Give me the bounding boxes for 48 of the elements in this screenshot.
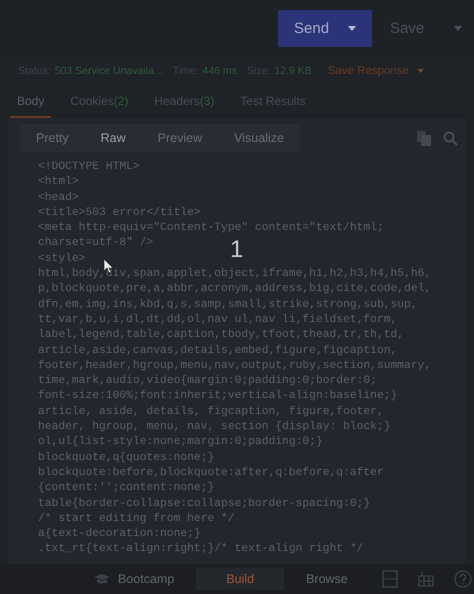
code-line: p,blockquote,pre,a,abbr,acronym,address,big,cite,code,del, [38,282,432,298]
view-mode-tab[interactable]: Visualize [218,128,300,148]
code-line: article,aside,canvas,details,embed,figure,figcaption, [38,344,398,359]
view-mode-tab[interactable]: Preview [142,128,218,148]
view-mode-tab[interactable]: Pretty [20,128,85,148]
caret-icon [454,26,462,30]
nav-button[interactable]: Browse [292,568,362,590]
nav-button[interactable]: Build [196,568,284,590]
search-icon[interactable] [443,130,458,146]
code-line: time,mark,audio,video{margin:0;padding:0;border:0; [38,374,377,390]
code-line: html,body,div,span,applet,object,iframe,h1,h2,h3,h4,h5,h6, [38,267,432,282]
code-line: {content:'';content:none;} [38,481,214,496]
status-value: 503 Service Unavaila... [54,65,163,77]
code-line: charset=utf-8" /> [38,236,154,252]
code-line: blockquote,q{quotes:none;} [38,450,214,466]
code-line: article, aside, details, figcaption, figure,footer, [38,404,384,420]
code-line: /* start editing from here */ [38,512,235,527]
code-line: dfn,em,img,ins,kbd,q,s,samp,small,strike,strong,sub,sup, [38,298,418,313]
send-button[interactable]: Send [278,10,372,46]
code-line: font-size:100%;font:inherit;vertical-align:baseline;} [38,389,398,404]
layout-icon[interactable] [382,570,398,588]
code-line: label,legend,table,caption,tbody,tfoot,thead,tr,th,td, [38,328,404,344]
code-line: blockquote:before,blockquote:after,q:before,q:after [38,466,384,481]
code-line: <style> [38,252,86,267]
code-line: <meta http-equiv="Content-Type" content="text/html; [38,221,384,236]
grid-icon[interactable] [418,571,434,587]
graduation-cap-icon [94,574,110,584]
view-mode-tab[interactable]: Raw [84,128,142,148]
code-line: <html> [38,175,79,190]
copy-icon[interactable] [417,130,431,146]
caret-icon [348,26,356,30]
code-line: <title>503 error</title> [38,206,201,221]
code-line: <!DOCTYPE HTML> [38,160,140,175]
code-line: <head> [38,190,79,206]
size-value: 12.9 KB [274,65,312,77]
code-line: .txt_rt{text-align:right;}/* text-align right */ [38,542,364,558]
code-line: a{text-decoration:none;} [38,527,201,542]
code-line: table{border-collapse:collapse;border-spacing:0;} [38,496,370,512]
code-line: header, hgroup, menu, nav, section {display: block;} [38,420,391,436]
help-icon[interactable] [454,570,472,588]
code-line: tt,var,b,u,i,dl,dt,dd,ol,nav ul,nav li,fieldset,form, [38,312,398,328]
code-line: ol,ul{list-style:none;margin:0;padding:0;} [38,435,323,450]
step-number: 1 [230,238,244,262]
save-response-button[interactable]: Save Response [328,65,424,77]
nav-button[interactable]: Bootcamp [80,568,188,590]
code-line: footer,header,hgroup,menu,nav,output,ruby,section,summary, [38,358,432,374]
caret-icon [416,69,424,73]
time-value: 446 ms [202,65,237,77]
